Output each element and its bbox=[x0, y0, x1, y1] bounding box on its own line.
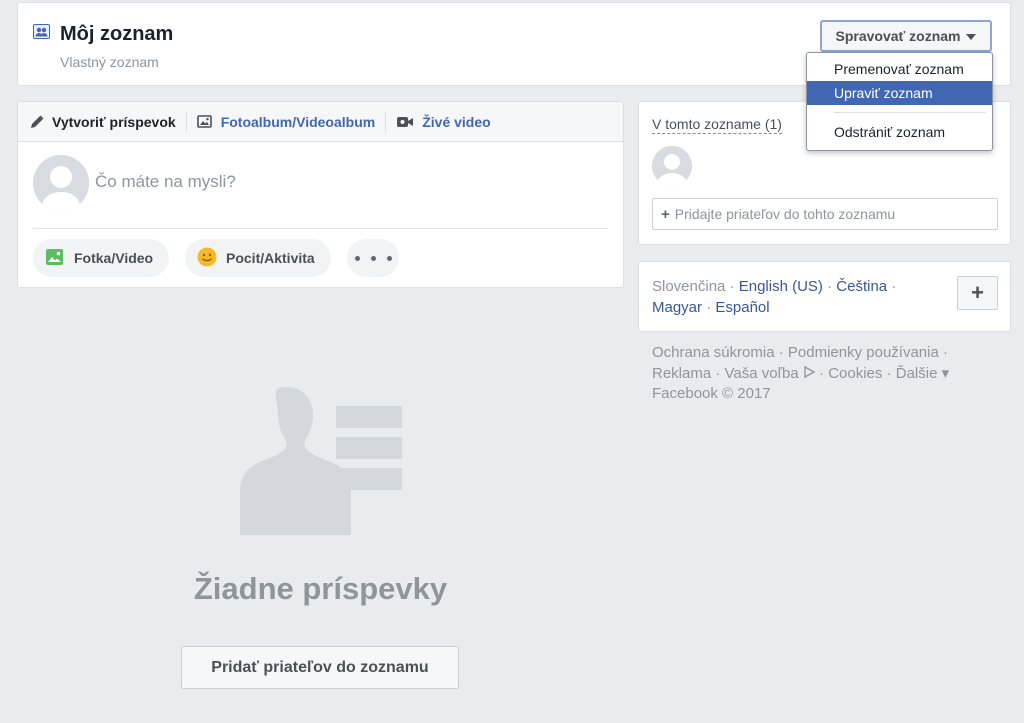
divider bbox=[33, 228, 608, 229]
footer-link-privacy[interactable]: Ochrana súkromia bbox=[652, 344, 775, 361]
list-type-subtitle: Vlastný zoznam bbox=[60, 54, 159, 70]
separator: · bbox=[886, 364, 892, 382]
caret-down-icon bbox=[966, 34, 977, 40]
footer-link-terms[interactable]: Podmienky používania bbox=[788, 344, 939, 361]
menu-item-delete[interactable]: Odstrániť zoznam bbox=[807, 120, 992, 144]
empty-list-illustration bbox=[236, 383, 406, 535]
add-friends-input[interactable]: + Pridajte priateľov do tohto zoznamu bbox=[652, 198, 998, 230]
tab-create-post-label: Vytvoriť príspevok bbox=[52, 113, 176, 130]
separator: · bbox=[891, 278, 897, 295]
avatar[interactable] bbox=[652, 146, 692, 186]
language-link-czech[interactable]: Čeština bbox=[836, 278, 887, 295]
add-friends-placeholder: Pridajte priateľov do tohto zoznamu bbox=[674, 206, 896, 222]
smiley-icon bbox=[197, 247, 217, 270]
more-icon[interactable] bbox=[347, 239, 399, 277]
language-link-spanish[interactable]: Español bbox=[715, 299, 769, 316]
language-link-hungarian[interactable]: Magyar bbox=[652, 299, 702, 316]
footer-link-more[interactable]: Ďalšie bbox=[896, 365, 938, 382]
caret-down-icon: ▾ bbox=[941, 364, 950, 382]
language-link-english[interactable]: English (US) bbox=[739, 278, 823, 295]
composer-input[interactable]: Čo máte na mysli? bbox=[95, 172, 236, 192]
friend-list-icon bbox=[33, 24, 51, 40]
footer-link-cookies[interactable]: Cookies bbox=[828, 365, 882, 382]
tab-photo-album[interactable]: Fotoalbum/Videoalbum bbox=[185, 111, 386, 132]
menu-divider bbox=[834, 112, 986, 113]
post-composer: Vytvoriť príspevok Fotoalbum/Videoalbum … bbox=[17, 101, 624, 288]
feeling-activity-button[interactable]: Pocit/Aktivita bbox=[185, 239, 331, 277]
members-title: V tomto zozname (1) bbox=[652, 116, 782, 134]
separator: · bbox=[827, 278, 833, 295]
separator: · bbox=[706, 299, 712, 316]
manage-list-menu: Premenovať zoznam Upraviť zoznam Odstrán… bbox=[806, 52, 993, 151]
footer-link-adchoices[interactable]: Vaša voľba bbox=[725, 365, 799, 382]
feeling-activity-label: Pocit/Aktivita bbox=[226, 250, 315, 266]
page-footer: Ochrana súkromia · Podmienky používania … bbox=[652, 343, 997, 405]
manage-list-button[interactable]: Spravovať zoznam bbox=[820, 20, 992, 52]
page-title: Môj zoznam bbox=[60, 23, 174, 45]
separator: · bbox=[819, 364, 825, 382]
separator: · bbox=[715, 364, 721, 382]
add-friends-to-list-button[interactable]: Pridať priateľov do zoznamu bbox=[181, 646, 459, 689]
tab-live-video-label: Živé video bbox=[422, 113, 491, 130]
tab-live-video[interactable]: Živé video bbox=[385, 111, 500, 132]
tab-create-post[interactable]: Vytvoriť príspevok bbox=[30, 112, 186, 132]
language-links: Slovenčina · English (US) · Čeština · Ma… bbox=[652, 276, 942, 318]
photo-icon bbox=[45, 247, 65, 270]
tab-photo-album-label: Fotoalbum/Videoalbum bbox=[220, 113, 376, 130]
language-current: Slovenčina bbox=[652, 278, 726, 295]
photo-video-button[interactable]: Fotka/Video bbox=[33, 239, 170, 277]
avatar[interactable] bbox=[33, 155, 89, 211]
photo-video-label: Fotka/Video bbox=[74, 250, 154, 266]
separator: · bbox=[943, 344, 949, 361]
copyright: Facebook © 2017 bbox=[652, 385, 771, 402]
languages-card: Slovenčina · English (US) · Čeština · Ma… bbox=[638, 261, 1011, 332]
video-camera-icon bbox=[396, 115, 414, 129]
manage-list-label: Spravovať zoznam bbox=[835, 28, 961, 44]
photo-album-icon bbox=[196, 114, 213, 129]
composer-tabs: Vytvoriť príspevok Fotoalbum/Videoalbum … bbox=[18, 102, 623, 142]
empty-state-title: Žiadne príspevky bbox=[193, 571, 448, 606]
pencil-icon bbox=[30, 115, 44, 129]
more-languages-button[interactable]: + bbox=[957, 276, 998, 310]
plus-icon: + bbox=[661, 205, 670, 223]
separator: · bbox=[778, 344, 784, 361]
separator: · bbox=[729, 278, 735, 295]
menu-item-edit[interactable]: Upraviť zoznam bbox=[807, 81, 992, 105]
adchoices-icon bbox=[803, 365, 819, 382]
footer-link-ads[interactable]: Reklama bbox=[652, 365, 711, 382]
menu-item-rename[interactable]: Premenovať zoznam bbox=[807, 57, 992, 81]
